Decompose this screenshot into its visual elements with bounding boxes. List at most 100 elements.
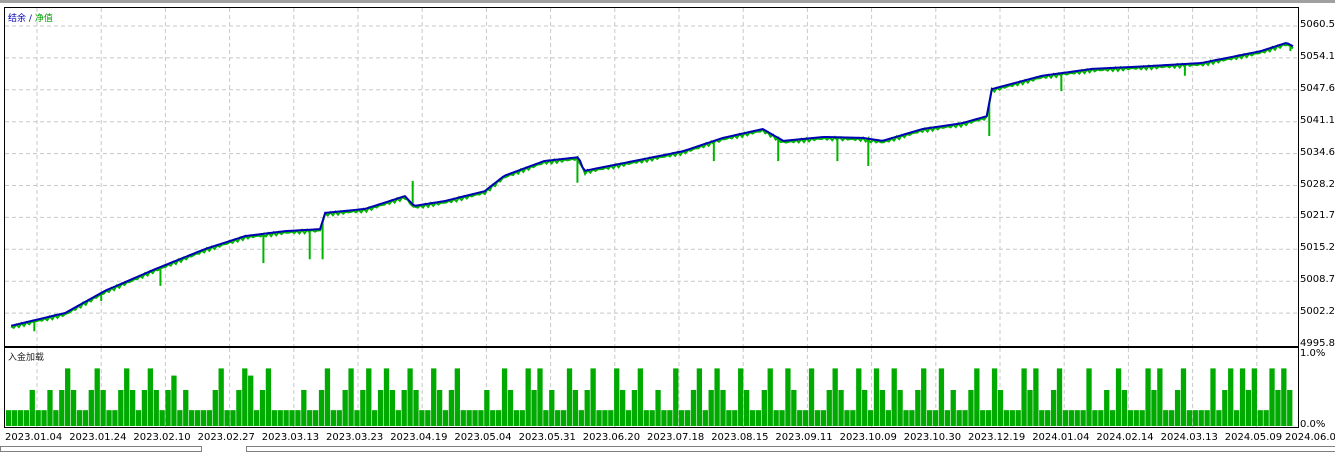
deposit-load-bar (118, 390, 124, 426)
x-tick-label: 2024.01.04 (1032, 432, 1090, 443)
deposit-load-bar (956, 410, 962, 426)
deposit-load-bar (1003, 410, 1010, 426)
deposit-load-bar (29, 390, 35, 426)
deposit-load-bar (106, 410, 112, 426)
deposit-load-bar (743, 390, 750, 426)
deposit-load-bar (324, 368, 331, 426)
deposit-load-bar (395, 410, 401, 426)
deposit-load-bar (82, 410, 89, 426)
deposit-load-bar (986, 410, 992, 426)
deposit-load-bar (1068, 410, 1074, 426)
chart-legend: 结余 / 净值 (8, 11, 53, 24)
deposit-load-bar (1245, 390, 1252, 426)
deposit-load-bar (779, 410, 785, 426)
deposit-load-bar (720, 390, 726, 426)
deposit-load-bar (289, 410, 295, 426)
deposit-load-bar (1169, 410, 1175, 426)
deposit-load-bar (135, 410, 142, 426)
deposit-load-bar (330, 410, 337, 426)
deposit-load-bar (614, 368, 620, 426)
deposit-load-plot (6, 348, 1293, 427)
deposit-load-bar (436, 390, 443, 426)
balance-line (10, 42, 1294, 327)
deposit-load-bar (1121, 390, 1128, 426)
deposit-load-bar (342, 390, 348, 426)
deposit-load-bar (519, 410, 525, 426)
deposit-load-chart (4, 347, 1299, 428)
deposit-load-bar (1050, 390, 1057, 426)
deposit-load-bar (454, 368, 460, 426)
deposit-load-bar (1210, 368, 1216, 426)
deposit-load-bar (413, 390, 419, 426)
legend-equity: 净值 (34, 14, 53, 24)
deposit-load-bar (537, 368, 543, 426)
deposit-load-bar (159, 410, 165, 426)
y-tick-label: 5028.2 (1300, 178, 1335, 190)
deposit-load-bar (838, 390, 844, 426)
deposit-load-bar (47, 390, 53, 426)
deposit-load-bar (265, 368, 272, 426)
x-tick-label: 2023.06.20 (582, 432, 641, 443)
deposit-load-bar (909, 410, 915, 426)
legend-balance: 结余 (8, 14, 27, 24)
deposit-load-bar (1287, 390, 1293, 426)
deposit-load-bar (401, 390, 407, 426)
x-tick-label: 2023.05.31 (518, 432, 576, 443)
deposit-load-bar (17, 410, 24, 426)
deposit-load-bar (218, 368, 224, 426)
x-tick-label: 2023.10.09 (839, 432, 897, 443)
deposit-load-bar (708, 390, 714, 426)
deposit-load-bar (944, 410, 950, 426)
deposit-load-bar (53, 410, 59, 426)
deposit-load-bar (389, 390, 396, 426)
deposit-load-bar (1115, 368, 1122, 426)
y-tick-label: 5041.1 (1300, 114, 1335, 126)
deposit-load-bar (590, 368, 596, 426)
x-tick-label: 2024.06.04 (1285, 432, 1335, 443)
legend-separator: / (28, 14, 32, 24)
deposit-load-bar (767, 368, 773, 426)
deposit-load-bar (1257, 410, 1263, 426)
deposit-load-bar (808, 368, 815, 426)
balance-equity-plot (5, 8, 1298, 346)
deposit-load-bar (448, 390, 455, 426)
deposit-load-bar (531, 390, 537, 426)
deposit-load-bar (578, 410, 584, 426)
deposit-load-bar (94, 368, 100, 426)
deposit-load-bar (496, 410, 502, 426)
deposit-load-bar (661, 410, 667, 426)
deposit-load-bar (696, 368, 703, 426)
deposit-load-bar (1009, 410, 1015, 426)
deposit-load-bar (348, 368, 354, 426)
deposit-load-bar (631, 390, 638, 426)
deposit-load-bar (41, 410, 47, 426)
deposit-load-bar (862, 390, 868, 426)
deposit-load-bar (619, 390, 626, 426)
deposit-load-bar (950, 390, 956, 426)
deposit-load-bar (307, 410, 313, 426)
deposit-load-bar (141, 390, 148, 426)
deposit-load-bar (1039, 410, 1045, 426)
deposit-load-bar (253, 410, 260, 426)
deposit-load-bar (1192, 410, 1198, 426)
deposit-load-bar (791, 390, 797, 426)
deposit-load-bar (1151, 390, 1157, 426)
deposit-load-bar (360, 390, 366, 426)
deposit-load-bar (903, 410, 909, 426)
deposit-load-bar (230, 410, 236, 426)
deposit-load-bar (383, 368, 390, 426)
deposit-load-bar (749, 410, 756, 426)
deposit-load-bar (560, 410, 567, 426)
deposit-load-bar (667, 410, 673, 426)
deposit-load-bar (802, 410, 809, 426)
deposit-load-bar (873, 368, 880, 426)
bottom-panel-left (0, 446, 202, 452)
deposit-load-bar (1204, 410, 1210, 426)
deposit-load-bar (926, 410, 933, 426)
deposit-load-bar (484, 390, 490, 426)
deposit-load-bar (1092, 410, 1098, 426)
y-tick-label: 5015.2 (1300, 242, 1335, 254)
deposit-load-bar (507, 390, 514, 426)
deposit-load-bar (932, 410, 939, 426)
deposit-load-bar (968, 390, 974, 426)
